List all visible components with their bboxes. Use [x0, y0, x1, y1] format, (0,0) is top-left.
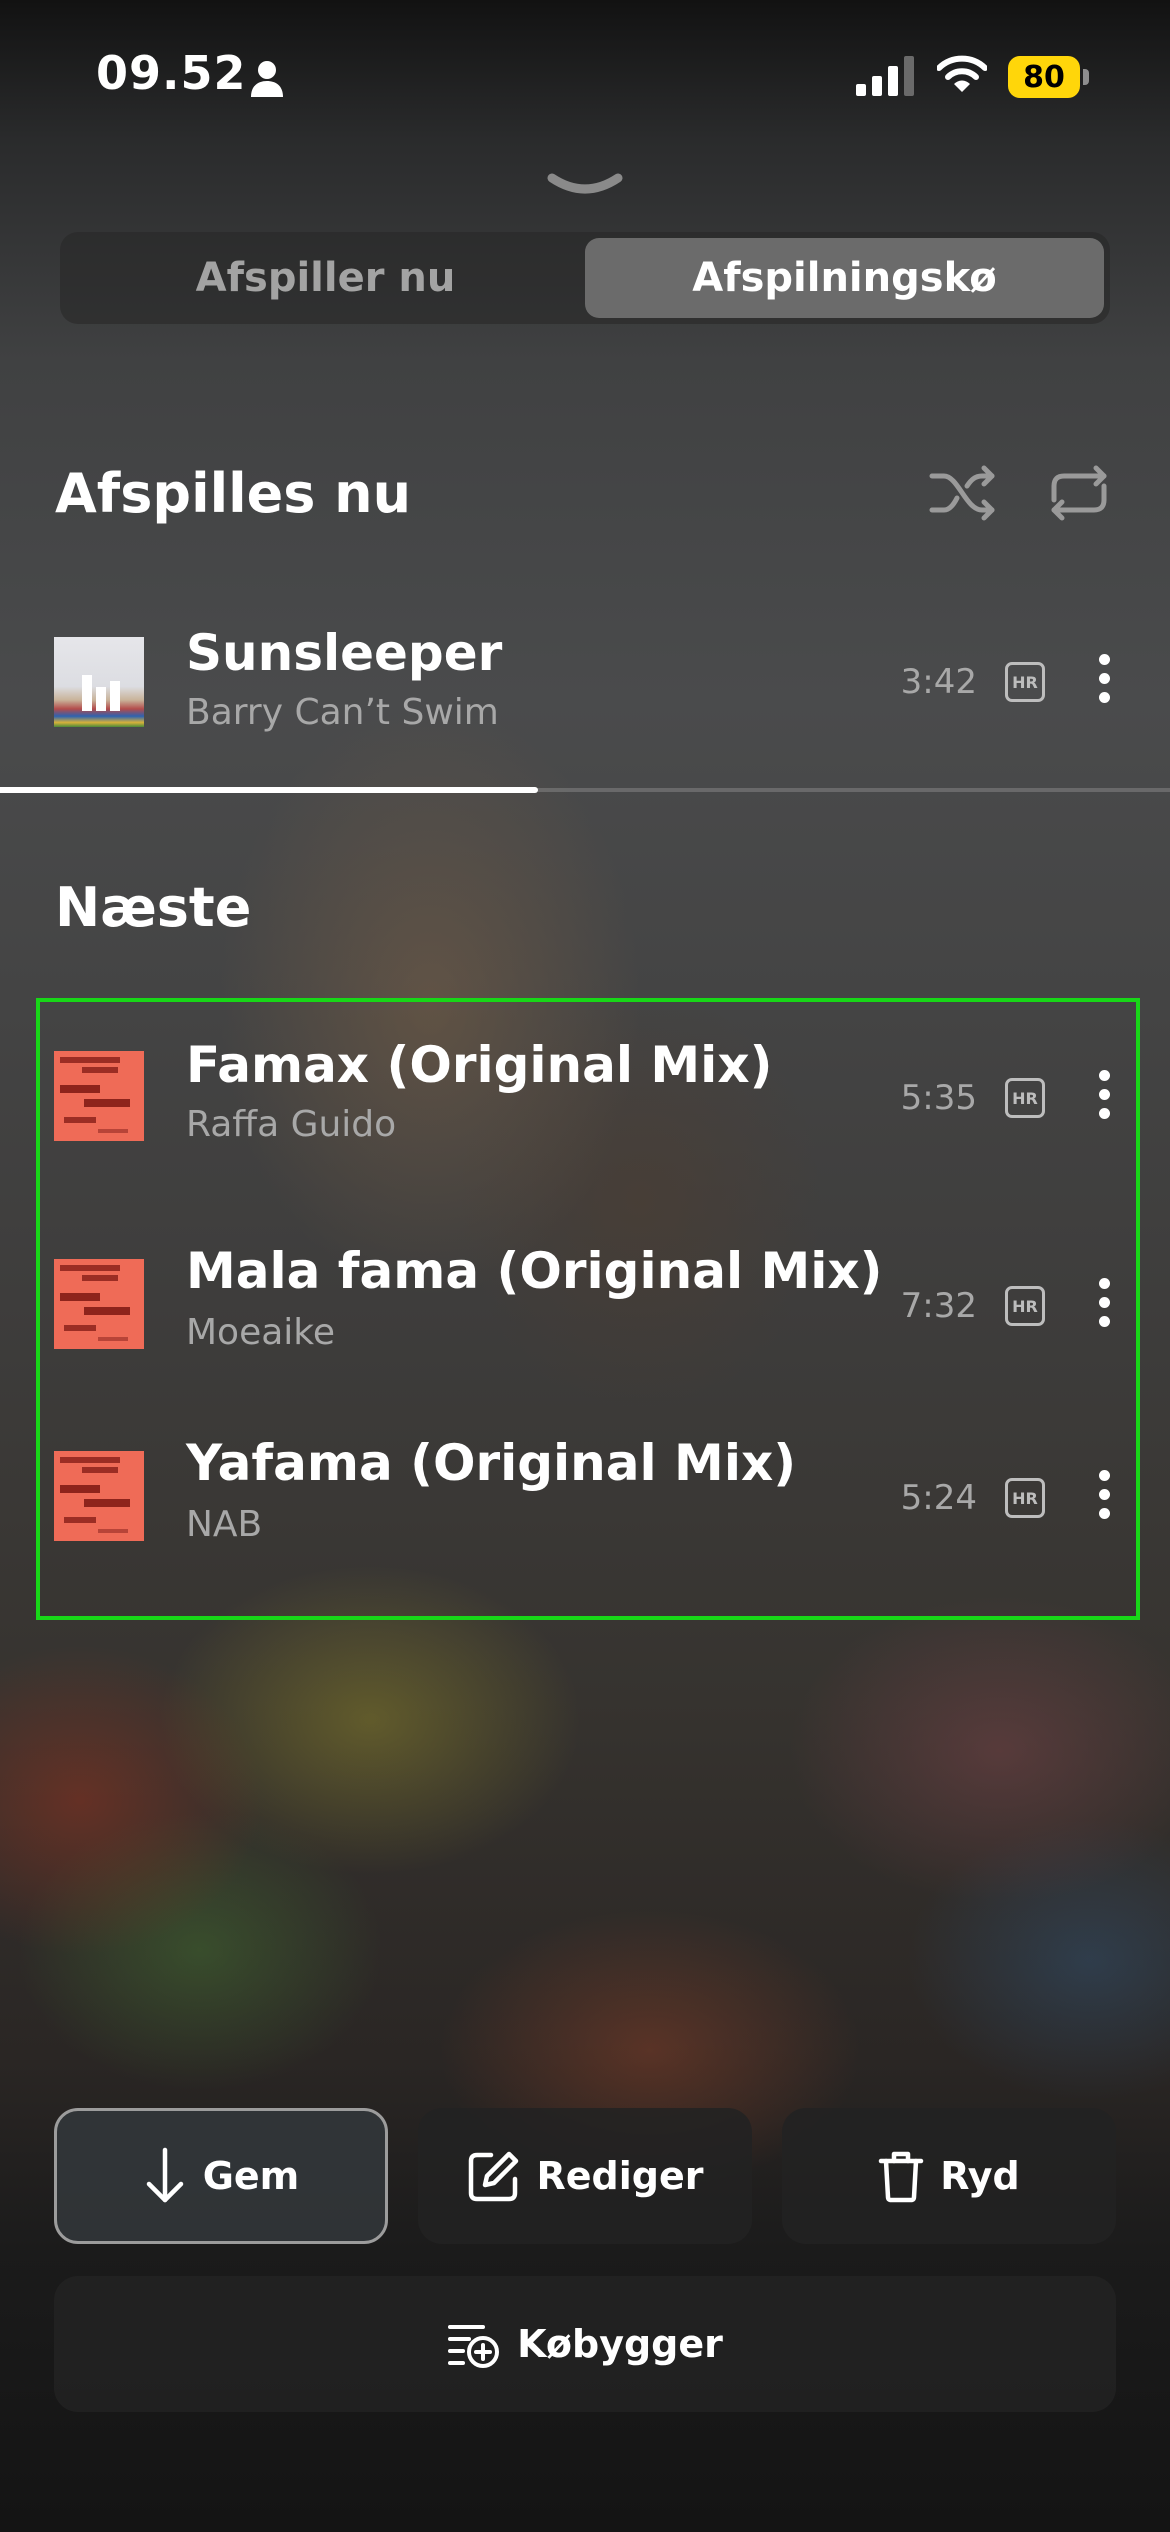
- hi-res-badge: HR: [1005, 1286, 1045, 1326]
- album-cover: [54, 1259, 144, 1349]
- repeat-icon[interactable]: [1044, 462, 1114, 524]
- track-artist: Barry Can’t Swim: [186, 692, 499, 733]
- album-cover: [54, 1051, 144, 1141]
- battery-icon: 80: [1008, 56, 1090, 98]
- hi-res-badge: HR: [1005, 662, 1045, 702]
- track-title: Famax (Original Mix): [186, 1036, 773, 1094]
- track-artist: Raffa Guido: [186, 1104, 397, 1145]
- hi-res-badge: HR: [1005, 1478, 1045, 1518]
- view-switcher: Afspiller nu Afspilningskø: [60, 232, 1110, 324]
- track-title: Yafama (Original Mix): [186, 1434, 797, 1492]
- edit-icon: [468, 2151, 518, 2202]
- now-playing-row[interactable]: Sunsleeper Barry Can’t Swim 3:42 HR: [0, 614, 1170, 754]
- clear-button-label: Ryd: [940, 2154, 1020, 2198]
- queue-add-icon: [448, 2325, 500, 2368]
- person-icon: [251, 61, 283, 97]
- signal-icon: [856, 56, 914, 96]
- track-duration: 7:32: [900, 1286, 977, 1326]
- save-button-label: Gem: [202, 2154, 300, 2198]
- track-duration: 3:42: [900, 662, 977, 702]
- track-duration: 5:24: [900, 1478, 977, 1518]
- hi-res-badge: HR: [1005, 1078, 1045, 1118]
- track-duration: 5:35: [900, 1078, 977, 1118]
- more-options-icon[interactable]: [1094, 1278, 1114, 1338]
- edit-button-label: Rediger: [536, 2154, 704, 2198]
- arrow-down-icon: [146, 2147, 183, 2203]
- shuffle-icon[interactable]: [928, 462, 998, 524]
- more-options-icon[interactable]: [1094, 1070, 1114, 1130]
- album-cover: [54, 637, 144, 727]
- queue-track-row[interactable]: Famax (Original Mix) Raffa Guido 5:35 HR: [0, 1028, 1170, 1168]
- more-options-icon[interactable]: [1094, 1470, 1114, 1530]
- edit-button[interactable]: Rediger: [418, 2108, 752, 2244]
- more-options-icon[interactable]: [1094, 654, 1114, 714]
- track-artist: NAB: [186, 1504, 263, 1545]
- next-heading: Næste: [55, 876, 252, 939]
- wifi-icon: [937, 55, 987, 92]
- queue-builder-button[interactable]: Købygger: [54, 2276, 1116, 2412]
- trash-icon: [878, 2151, 924, 2203]
- track-title: Sunsleeper: [186, 624, 503, 682]
- track-title: Mala fama (Original Mix): [186, 1242, 883, 1300]
- track-artist: Moeaike: [186, 1312, 336, 1353]
- queue-track-row[interactable]: Yafama (Original Mix) NAB 5:24 HR: [0, 1428, 1170, 1568]
- queue-track-row[interactable]: Mala fama (Original Mix) Moeaike 7:32 HR: [0, 1236, 1170, 1376]
- save-button[interactable]: Gem: [54, 2108, 388, 2244]
- playback-progress-fill: [0, 787, 538, 793]
- clear-button[interactable]: Ryd: [782, 2108, 1116, 2244]
- now-playing-heading: Afspilles nu: [55, 462, 412, 525]
- battery-level: 80: [1008, 56, 1080, 98]
- chevron-down-icon[interactable]: [546, 170, 624, 206]
- tab-queue[interactable]: Afspilningskø: [585, 238, 1104, 318]
- tab-now-playing[interactable]: Afspiller nu: [66, 238, 585, 318]
- album-cover: [54, 1451, 144, 1541]
- status-time: 09.52: [96, 46, 247, 100]
- queue-builder-label: Købygger: [517, 2322, 723, 2366]
